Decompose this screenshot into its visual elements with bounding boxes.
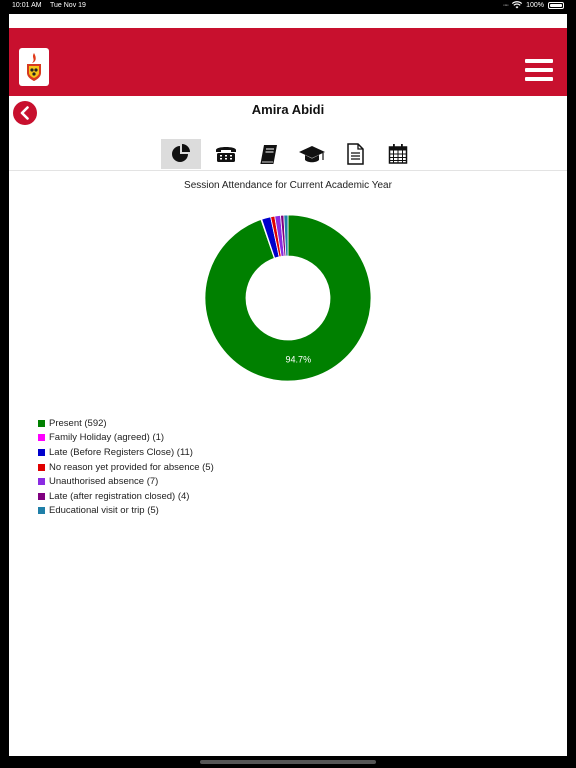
- status-date: Tue Nov 19: [50, 2, 86, 9]
- wifi-icon: [512, 1, 523, 9]
- graduation-cap-icon: [298, 146, 325, 163]
- legend-swatch: [38, 434, 45, 442]
- school-logo: [19, 48, 49, 86]
- legend-item: Unauthorised absence (7): [38, 474, 214, 489]
- status-bar: 10:01 AM Tue Nov 19 ···· 100%: [0, 0, 576, 14]
- legend-item: Present (592): [38, 416, 214, 431]
- legend-label: Educational visit or trip (5): [49, 505, 159, 517]
- home-indicator: [200, 760, 376, 764]
- status-time: 10:01 AM: [12, 2, 42, 9]
- divider: [9, 170, 567, 171]
- student-name: Amira Abidi: [251, 102, 325, 117]
- tab-contacts[interactable]: [204, 139, 247, 169]
- chart-title: Session Attendance for Current Academic …: [184, 180, 392, 191]
- legend-item: Late (Before Registers Close) (11): [38, 445, 214, 460]
- legend-swatch: [38, 419, 45, 427]
- legend-item: No reason yet provided for absence (5): [38, 460, 214, 475]
- legend-item: Family Holiday (agreed) (1): [38, 431, 214, 446]
- legend-swatch: [38, 507, 45, 515]
- attendance-donut-chart: 94.7%: [204, 214, 372, 382]
- legend-label: Late (after registration closed) (4): [49, 490, 190, 502]
- legend-swatch: [38, 463, 45, 471]
- legend-label: Late (Before Registers Close) (11): [49, 446, 193, 458]
- chart-legend: Present (592) Family Holiday (agreed) (1)…: [38, 416, 214, 518]
- app-window: Amira Abidi Session Attendance for Curre…: [9, 14, 567, 756]
- battery-icon: [548, 1, 564, 9]
- legend-item: Late (after registration closed) (4): [38, 489, 214, 504]
- legend-swatch: [38, 492, 45, 500]
- book-icon: [259, 145, 277, 164]
- legend-label: Present (592): [49, 417, 107, 429]
- header-bar: [9, 28, 567, 96]
- legend-label: Family Holiday (agreed) (1): [49, 432, 165, 444]
- tab-bar: [161, 139, 419, 169]
- legend-label: Unauthorised absence (7): [49, 476, 159, 488]
- calendar-icon: [388, 144, 407, 164]
- status-right: ···· 100%: [503, 1, 564, 9]
- legend-swatch: [38, 478, 45, 486]
- tab-achievements[interactable]: [290, 139, 333, 169]
- signal-icon: ····: [502, 1, 509, 9]
- tab-attendance[interactable]: [161, 139, 201, 169]
- pie-chart-icon: [172, 144, 190, 162]
- tab-timetable[interactable]: [376, 139, 419, 169]
- battery-percent: 100%: [526, 1, 544, 9]
- tab-reports[interactable]: [333, 139, 376, 169]
- document-icon: [346, 143, 364, 165]
- legend-swatch: [38, 448, 45, 456]
- legend-label: No reason yet provided for absence (5): [49, 461, 214, 473]
- tab-homework[interactable]: [247, 139, 290, 169]
- legend-item: Educational visit or trip (5): [38, 504, 214, 519]
- hamburger-menu-icon[interactable]: [525, 59, 553, 81]
- slice-percent-label: 94.7%: [286, 355, 312, 365]
- telephone-icon: [215, 147, 236, 162]
